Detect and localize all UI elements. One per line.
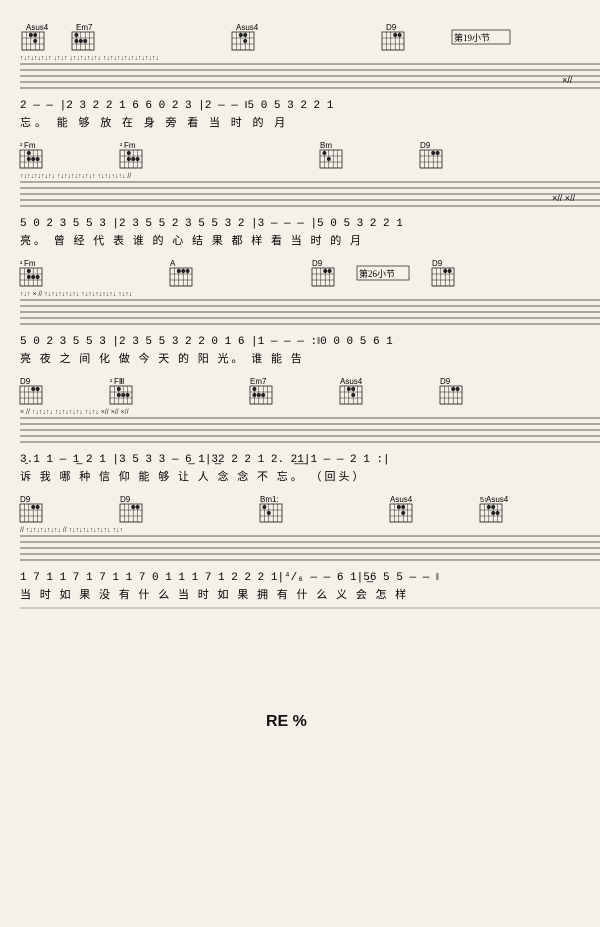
svg-text:D9: D9: [440, 377, 451, 386]
svg-text:当 时 如 果 没 有 什 么 当 时 如 果 拥 有: 当 时 如 果 没 有 什 么 当 时 如 果 拥 有 什 么 义 会 怎 样: [20, 587, 409, 601]
svg-text:Fm: Fm: [124, 141, 136, 150]
svg-text:3̱.1 1 — 1̲ 2 1 |3 5 3 3 — 6̲: 3̱.1 1 — 1̲ 2 1 |3 5 3 3 — 6̲ 1|3̲2 2 2 …: [20, 454, 390, 466]
svg-text:RE %: RE %: [266, 713, 307, 730]
svg-text:D9: D9: [20, 377, 31, 386]
svg-text:5 0 2 3 5 5 3 |2 3 5 5 3 2 2: 5 0 2 3 5 5 3 |2 3 5 5 3 2 2 0 1 6 |1 — …: [20, 336, 393, 348]
svg-text:Asus4: Asus4: [340, 377, 363, 386]
svg-text:Asus4: Asus4: [236, 23, 259, 32]
svg-text:Fm: Fm: [24, 141, 36, 150]
svg-text:Fm: Fm: [24, 259, 36, 268]
svg-text:1 7 1 1 7 1 7 1 1 7 0 1 1 1 7: 1 7 1 1 7 1 7 1 1 7 0 1 1 1 7 1 2 2 2 1|…: [20, 572, 439, 584]
svg-text:D9: D9: [20, 495, 31, 504]
svg-text:Asus4: Asus4: [26, 23, 49, 32]
svg-text:诉 我 哪 种 信 仰 能 够 让 人 念 念: 诉 我 哪 种 信 仰 能 够 让 人 念 念 不 忘。 （回头）: [20, 469, 367, 483]
svg-text:×// ×//: ×// ×//: [552, 193, 576, 203]
svg-text:D9: D9: [120, 495, 131, 504]
svg-text:↑↓↑ × // ↑↓↑↓↑↓↑↓↑↓ ↑↓↑↓↑↓↑↓↑: ↑↓↑ × // ↑↓↑↓↑↓↑↓↑↓ ↑↓↑↓↑↓↑↓↑↓ ↑↓↑↓: [20, 291, 132, 298]
sheet-music-svg: Asus4 Em7 Asus4: [12, 8, 600, 919]
svg-text:2 — — |2 3 2 2 1 6 6 0 2 3 |2: 2 — — |2 3 2 2 1 6 6 0 2 3 |2 — — ‖5 0 5…: [20, 100, 334, 112]
svg-text:×//: ×//: [562, 75, 573, 85]
svg-text:D9: D9: [420, 141, 431, 150]
svg-text:Bm: Bm: [320, 141, 332, 150]
svg-text:Asus4: Asus4: [486, 495, 509, 504]
svg-text:第19小节: 第19小节: [454, 32, 490, 43]
svg-text:D9: D9: [312, 259, 323, 268]
svg-text:// ↑↓↑↓↑↓↑↓↑↓ // ↑↓↑↓↑↓: // ↑↓↑↓↑↓↑↓↑↓ // ↑↓↑↓↑↓↑↓↑↓↑↓ ↑↓↑: [20, 527, 123, 534]
svg-text:亮。 曾 经 代 表 谁 的 心 结 果 都: 亮。 曾 经 代 表 谁 的 心 结 果 都 样 看 当 时 的 月: [20, 233, 364, 247]
svg-text:D9: D9: [432, 259, 443, 268]
svg-text:Em7: Em7: [76, 23, 93, 32]
svg-text:FⅢ: FⅢ: [114, 377, 124, 386]
svg-text:5 0 2 3 5 5 3 |2 3 5 5 2 3: 5 0 2 3 5 5 3 |2 3 5 5 2 3 5 5 3 2 |3 — …: [20, 218, 403, 230]
svg-text:↑↓↑↓↑↓↑↓↑ ↓↑↓↑ ↓↑↓↑↓↑↓↑↓ ↑↓↑↓↑: ↑↓↑↓↑↓↑↓↑ ↓↑↓↑ ↓↑↓↑↓↑↓↑↓ ↑↓↑↓↑↓↑↓↑↓↑↓↑↓↑…: [20, 55, 159, 62]
svg-text:Bm1:: Bm1:: [260, 495, 279, 504]
svg-text:A: A: [170, 259, 176, 268]
svg-text:第26小节: 第26小节: [359, 268, 395, 279]
svg-text:Em7: Em7: [250, 377, 267, 386]
svg-text:亮 夜 之 间 化 做 今 天 的 阳 光。: 亮 夜 之 间 化 做 今 天 的 阳 光。 谁 能 告: [20, 351, 305, 365]
svg-text:忘。 能 够 放 在 身 旁 看: 忘。 能 够 放 在 身 旁 看 当 时 的 月: [20, 115, 289, 129]
svg-text:× // ↑↓↑↓↑↓ ↑↓↑↓↑↓↑↓ ↑↓↑↓ ×//: × // ↑↓↑↓↑↓ ↑↓↑↓↑↓↑↓ ↑↓↑↓ ×// ×// ×//: [20, 409, 129, 416]
svg-text:Asus4: Asus4: [390, 495, 413, 504]
sheet-music-page: Asus4 Em7 Asus4: [0, 0, 600, 927]
svg-text:↑↓↑↓↑↓↑↓↑↓ ↑↓↑↓↑↓↑↓↑↓↑ ↑↓↑↓↑↓↑: ↑↓↑↓↑↓↑↓↑↓ ↑↓↑↓↑↓↑↓↑↓↑ ↑↓↑↓↑↓↑↓ //: [20, 173, 131, 180]
svg-text:D9: D9: [386, 23, 397, 32]
